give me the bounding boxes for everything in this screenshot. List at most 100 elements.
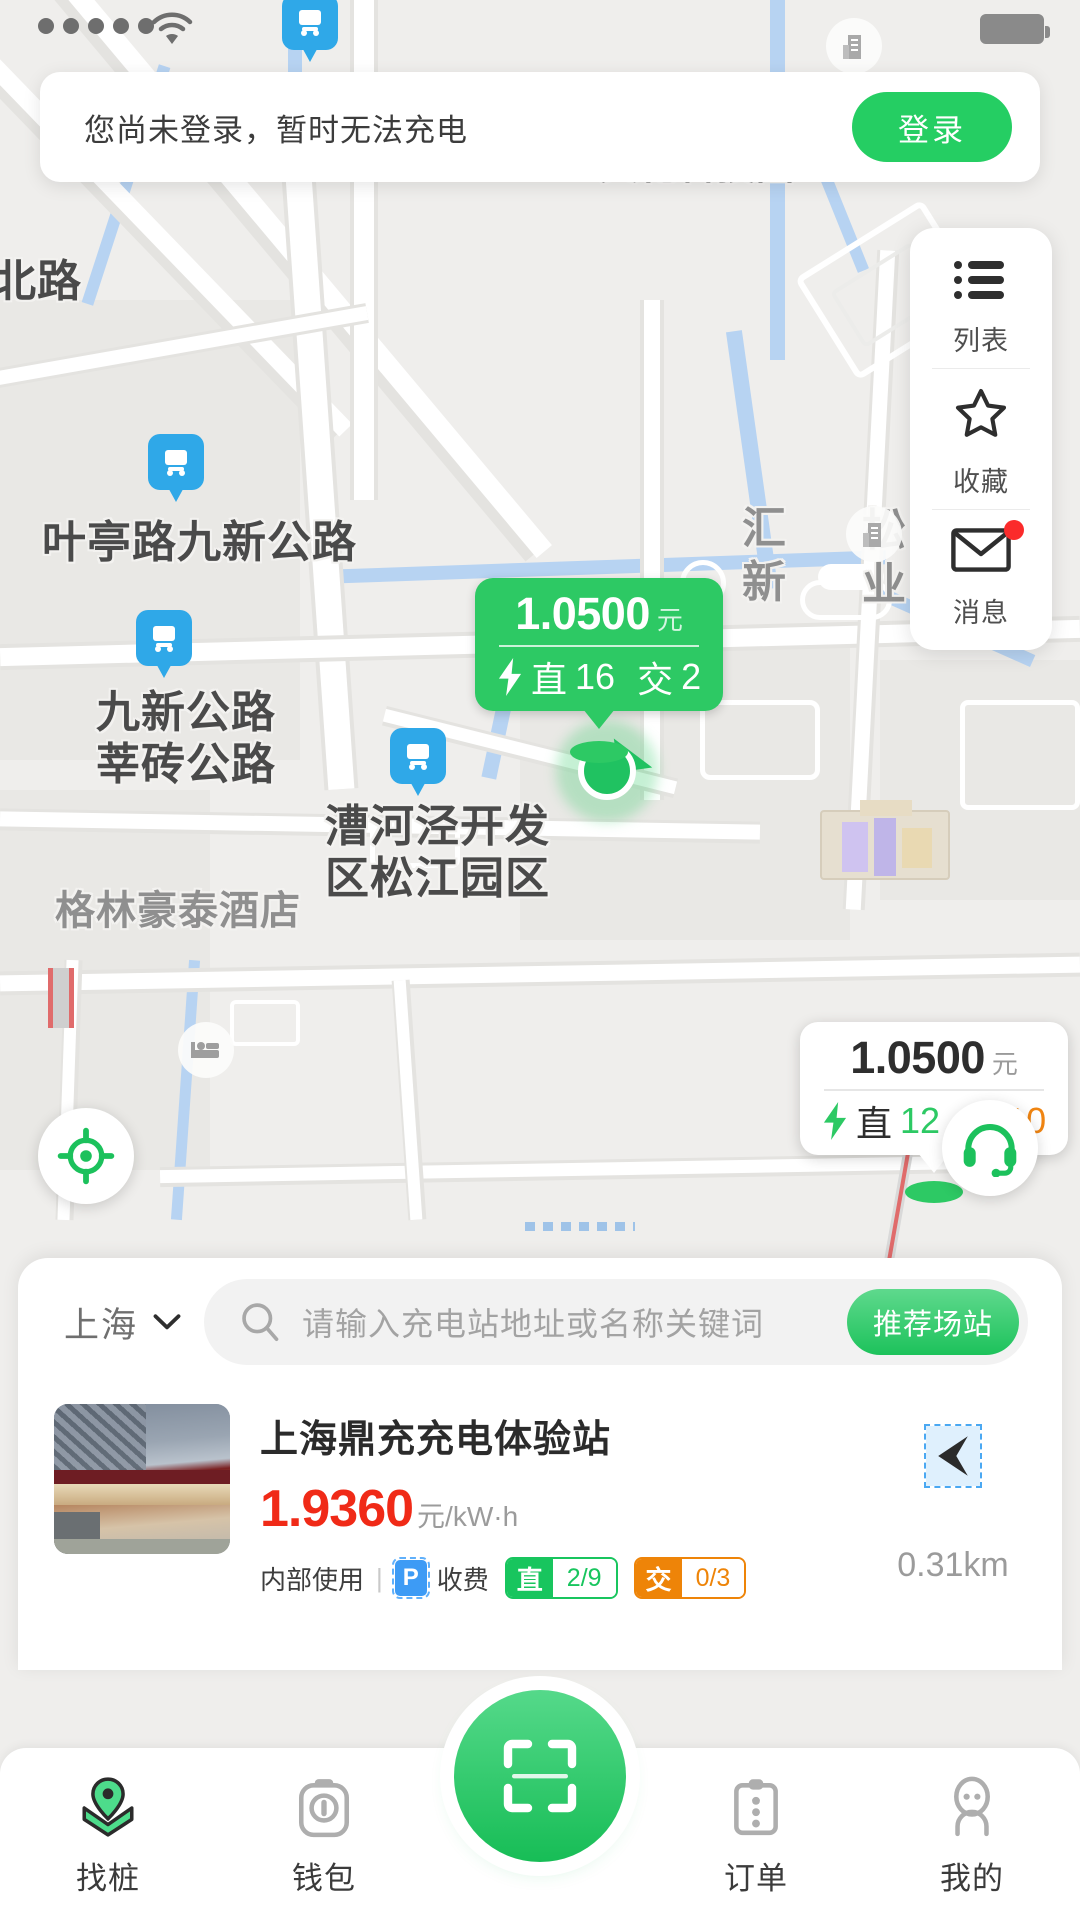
search-input[interactable]: 请输入充电站地址或名称关键词 推荐场站 bbox=[204, 1279, 1028, 1365]
ac-chip-label: 交 bbox=[636, 1559, 682, 1597]
star-icon bbox=[951, 385, 1011, 448]
crosshair-locate-icon bbox=[57, 1127, 115, 1185]
bubble-divider bbox=[824, 1089, 1044, 1091]
map-building bbox=[860, 800, 912, 816]
station-photo bbox=[54, 1404, 230, 1554]
map-tool-panel: 列表 收藏 消息 bbox=[910, 228, 1052, 650]
locate-me-button[interactable] bbox=[38, 1108, 134, 1204]
bubble-price-unit: 元 bbox=[657, 600, 683, 637]
bubble-price: 1.0500 bbox=[850, 1032, 985, 1084]
bubble-dc-count: 12 bbox=[900, 1100, 940, 1142]
building-icon bbox=[860, 519, 888, 549]
clipboard-icon bbox=[728, 1776, 784, 1843]
station-price-row: 1.9360 元/kW·h bbox=[260, 1479, 848, 1539]
search-placeholder: 请输入充电站地址或名称关键词 bbox=[302, 1299, 827, 1345]
map-label: 叶亭路九新公路 bbox=[42, 506, 357, 570]
map-block-outline bbox=[230, 1000, 300, 1046]
envelope-icon bbox=[951, 526, 1011, 579]
map-label: 莘砖公路 bbox=[96, 728, 276, 792]
login-button[interactable]: 登录 bbox=[852, 92, 1012, 162]
station-tags: 内部使用 | P 收费 直 2/9 交 0/3 bbox=[260, 1557, 848, 1599]
bubble-divider bbox=[499, 645, 699, 647]
tab-wallet-label: 钱包 bbox=[292, 1853, 356, 1898]
chevron-down-icon bbox=[152, 1313, 182, 1331]
map-road bbox=[644, 300, 660, 800]
search-icon bbox=[238, 1300, 282, 1344]
person-icon bbox=[944, 1776, 1000, 1843]
station-access-note: 内部使用 bbox=[260, 1560, 364, 1597]
login-message: 您尚未登录，暂时无法充电 bbox=[84, 105, 468, 150]
station-name: 上海鼎充充电体验站 bbox=[260, 1408, 848, 1463]
station-list-item[interactable]: 上海鼎充充电体验站 1.9360 元/kW·h 内部使用 | P 收费 直 2/… bbox=[18, 1386, 1062, 1599]
map-building bbox=[842, 822, 868, 872]
city-name: 上海 bbox=[64, 1297, 138, 1348]
scan-frame-icon bbox=[500, 1736, 580, 1816]
bubble-ac-count: 2 bbox=[681, 656, 701, 698]
tool-list[interactable]: 列表 bbox=[910, 242, 1052, 368]
station-parking-note: 收费 bbox=[437, 1560, 489, 1597]
bolt-icon bbox=[822, 1102, 848, 1140]
map-label: 北路 bbox=[0, 245, 82, 309]
wifi-icon bbox=[150, 12, 194, 51]
map-block-outline bbox=[700, 700, 820, 780]
headset-icon bbox=[960, 1119, 1020, 1177]
map-pin-icon bbox=[77, 1776, 139, 1843]
list-icon bbox=[953, 258, 1009, 307]
tool-messages[interactable]: 消息 bbox=[910, 510, 1052, 640]
tool-messages-label: 消息 bbox=[953, 591, 1009, 630]
map-bridge-marking bbox=[48, 968, 53, 1028]
station-price: 1.9360 bbox=[260, 1479, 413, 1539]
app-screen: 文化科技园北路叶亭路九新公路九新公路莘砖公路漕河泾开发区松江园区格林豪泰酒店松业… bbox=[0, 0, 1080, 1920]
station-price-unit: 元/kW·h bbox=[417, 1495, 518, 1535]
bus-stop-pin[interactable] bbox=[136, 610, 192, 678]
station-distance: 0.31km bbox=[897, 1546, 1009, 1585]
bus-stop-pin[interactable] bbox=[390, 728, 446, 796]
tag-separator: | bbox=[376, 1563, 383, 1594]
tool-favorites-label: 收藏 bbox=[953, 460, 1009, 499]
bubble-price-unit: 元 bbox=[992, 1044, 1018, 1081]
poi-building[interactable] bbox=[846, 506, 902, 562]
tab-profile-label: 我的 bbox=[940, 1853, 1004, 1898]
tool-list-label: 列表 bbox=[953, 319, 1009, 358]
login-banner: 您尚未登录，暂时无法充电 登录 bbox=[40, 72, 1040, 182]
tab-wallet[interactable]: 钱包 bbox=[216, 1748, 432, 1898]
city-selector[interactable]: 上海 bbox=[64, 1297, 182, 1348]
wallet-icon bbox=[296, 1776, 352, 1843]
bubble-ground-shadow bbox=[570, 741, 628, 763]
parking-p-icon: P bbox=[395, 1560, 427, 1596]
ac-connector-chip: 交 0/3 bbox=[634, 1557, 747, 1599]
search-row: 上海 请输入充电站地址或名称关键词 推荐场站 bbox=[18, 1258, 1062, 1386]
map-building bbox=[902, 828, 932, 868]
message-badge-dot bbox=[1004, 520, 1024, 540]
bubble-ground-shadow bbox=[905, 1181, 963, 1203]
ac-chip-value: 0/3 bbox=[682, 1559, 745, 1597]
poi-hotel[interactable] bbox=[178, 1022, 234, 1078]
bubble-pointer bbox=[583, 709, 615, 729]
price-bubble-selected[interactable]: 1.0500 元 直16 交2 bbox=[475, 578, 723, 711]
tool-favorites[interactable]: 收藏 bbox=[910, 369, 1052, 509]
tab-profile[interactable]: 我的 bbox=[864, 1748, 1080, 1898]
bubble-dc-label: 直 bbox=[856, 1095, 892, 1147]
customer-service-button[interactable] bbox=[942, 1100, 1038, 1196]
station-actions: 0.31km bbox=[878, 1404, 1028, 1599]
tab-orders[interactable]: 订单 bbox=[648, 1748, 864, 1898]
navigate-arrow-icon[interactable] bbox=[926, 1426, 980, 1486]
bubble-dc-label: 直 bbox=[531, 651, 567, 703]
recommend-stations-button[interactable]: 推荐场站 bbox=[847, 1289, 1019, 1355]
tab-find-station[interactable]: 找桩 bbox=[0, 1748, 216, 1898]
map-block-outline bbox=[960, 700, 1080, 810]
tab-orders-label: 订单 bbox=[724, 1853, 788, 1898]
dc-connector-chip: 直 2/9 bbox=[505, 1557, 618, 1599]
status-bar bbox=[0, 0, 1080, 56]
dc-chip-label: 直 bbox=[507, 1559, 553, 1597]
tab-find-station-label: 找桩 bbox=[76, 1853, 140, 1898]
scan-qr-button[interactable] bbox=[454, 1690, 626, 1862]
bottom-sheet: 上海 请输入充电站地址或名称关键词 推荐场站 上海鼎充充电体验站 bbox=[18, 1258, 1062, 1670]
bus-stop-pin[interactable] bbox=[148, 434, 204, 502]
bubble-ac-label: 交 bbox=[637, 651, 673, 703]
bottom-tab-bar: 找桩 钱包 bbox=[0, 1748, 1080, 1920]
hotel-bed-icon bbox=[189, 1037, 223, 1063]
dc-chip-value: 2/9 bbox=[553, 1559, 616, 1597]
bubble-price: 1.0500 bbox=[515, 588, 650, 640]
map-label: 区松江园区 bbox=[325, 842, 550, 906]
